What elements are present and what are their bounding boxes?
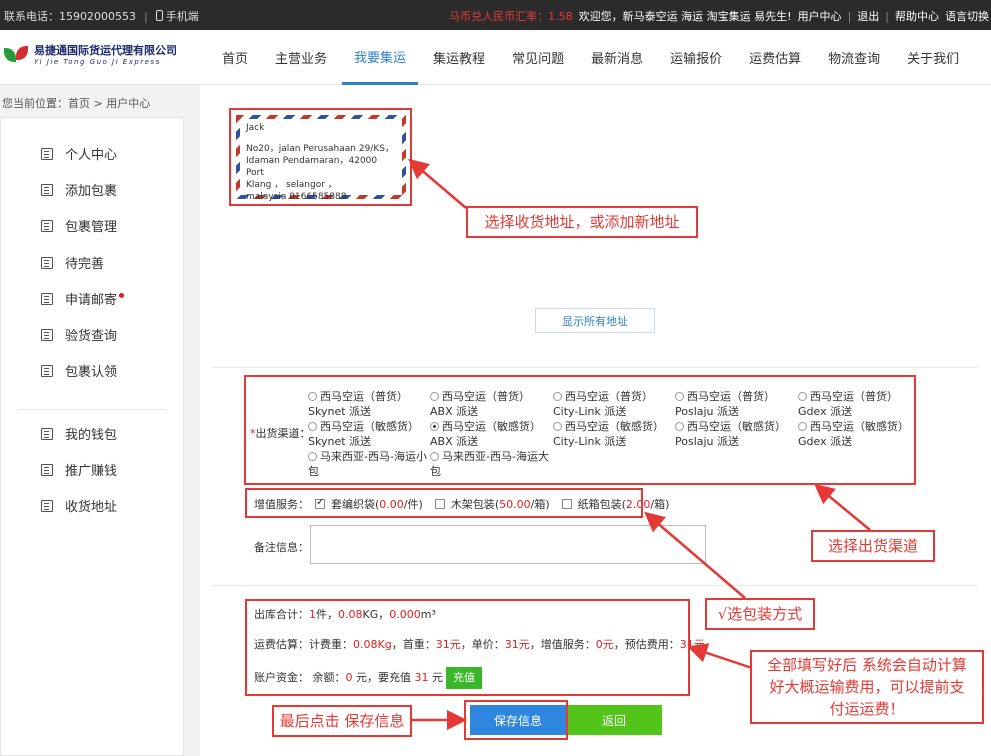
site-logo[interactable]: 易捷通国际货运代理有限公司 Yi Jie Tong Guo Ji Express xyxy=(4,42,177,66)
list-icon xyxy=(41,256,53,269)
annotation-box-address xyxy=(229,108,412,206)
callout-packaging: √选包装方式 xyxy=(705,598,815,630)
top-bar: 联系电话：15902000553 | 手机端 马币兑人民币汇率：1.58 欢迎您… xyxy=(0,0,991,30)
sidebar-item[interactable]: 包裹认领 xyxy=(41,361,117,380)
language-switch[interactable]: 语言切换 xyxy=(945,8,989,24)
list-icon xyxy=(41,463,53,476)
sidebar-item-label: 待完善 xyxy=(65,257,105,272)
sidebar-item[interactable]: 包裹管理 xyxy=(41,216,117,235)
sidebar-item-label: 我的钱包 xyxy=(65,428,118,443)
sidebar-item[interactable]: 收货地址 xyxy=(41,496,117,515)
list-icon xyxy=(41,219,53,232)
annotation-box-packaging xyxy=(245,488,643,518)
list-icon xyxy=(41,427,53,440)
help-center-link[interactable]: 帮助中心 xyxy=(895,8,939,24)
welcome-text: 欢迎您，新马泰空运 海运 淘宝集运 易先生! xyxy=(578,10,792,23)
annotation-box-save xyxy=(464,700,568,740)
contact-phone: 联系电话：15902000553 xyxy=(4,10,136,23)
nav-item-4[interactable]: 常见问题 xyxy=(500,30,576,85)
user-center-link[interactable]: 用户中心 xyxy=(798,8,842,24)
nav-item-0[interactable]: 首页 xyxy=(210,30,260,85)
list-icon xyxy=(41,499,53,512)
sidebar-item[interactable]: 推广赚钱 xyxy=(41,460,117,479)
list-icon xyxy=(41,328,53,341)
sidebar-divider xyxy=(17,409,167,410)
breadcrumb: 您当前位置：首页 > 用户中心 xyxy=(2,97,151,110)
sidebar-item[interactable]: 我的钱包 xyxy=(41,424,117,443)
sidebar-item[interactable]: 添加包裹 xyxy=(41,180,117,199)
nav-item-2[interactable]: 我要集运 xyxy=(342,30,419,85)
sidebar-item-label: 推广赚钱 xyxy=(65,464,118,479)
back-button[interactable]: 返回 xyxy=(566,705,662,735)
sidebar-item[interactable]: 申请邮寄 xyxy=(41,289,125,308)
phone-icon xyxy=(155,10,163,21)
annotation-box-summary xyxy=(245,599,690,696)
callout-channel: 选择出货渠道 xyxy=(811,530,935,562)
sidebar-item-label: 验货查询 xyxy=(65,329,118,344)
remark-label: 备注信息： xyxy=(254,541,309,554)
nav-item-7[interactable]: 运费估算 xyxy=(737,30,813,85)
nav-item-8[interactable]: 物流查询 xyxy=(816,30,892,85)
callout-auto-calc: 全部填写好后 系统会自动计算 好大概运输费用，可以提前支 付运运费！ xyxy=(750,650,984,724)
sidebar-item-label: 添加包裹 xyxy=(65,184,118,199)
callout-address: 选择收货地址，或添加新地址 xyxy=(466,206,698,238)
nav-item-5[interactable]: 最新消息 xyxy=(579,30,655,85)
main-nav: 首页 主营业务 我要集运 集运教程 常见问题 最新消息 运输报价 运费估算 物流查询 关于我们 xyxy=(210,30,974,85)
sidebar-item-label: 个人中心 xyxy=(65,148,118,163)
callout-save: 最后点击 保存信息 xyxy=(272,705,412,737)
section-divider xyxy=(212,585,978,586)
remark-textarea[interactable] xyxy=(310,525,706,564)
separator: | xyxy=(143,9,148,23)
site-header: 易捷通国际货运代理有限公司 Yi Jie Tong Guo Ji Express… xyxy=(0,30,991,85)
nav-item-6[interactable]: 运输报价 xyxy=(658,30,734,85)
show-all-addresses-button[interactable]: 显示所有地址 xyxy=(535,308,655,333)
sidebar-item[interactable]: 个人中心 xyxy=(41,144,117,163)
sidebar-item-label: 申请邮寄 xyxy=(65,289,125,308)
sidebar-item-label: 包裹管理 xyxy=(65,220,118,235)
sidebar-item[interactable]: 验货查询 xyxy=(41,325,117,344)
list-icon xyxy=(41,147,53,160)
sidebar-item-label: 包裹认领 xyxy=(65,365,118,380)
sidebar-item-label: 收货地址 xyxy=(65,500,118,515)
mobile-link[interactable]: 手机端 xyxy=(155,8,199,24)
nav-item-9[interactable]: 关于我们 xyxy=(895,30,971,85)
sidebar-item[interactable]: 待完善 xyxy=(41,253,104,272)
notification-dot xyxy=(119,293,125,298)
nav-item-3[interactable]: 集运教程 xyxy=(421,30,497,85)
sidebar: 个人中心添加包裹包裹管理待完善申请邮寄验货查询包裹认领我的钱包推广赚钱收货地址 xyxy=(0,117,184,756)
list-icon xyxy=(41,183,53,196)
section-divider xyxy=(212,367,978,368)
exchange-rate: 马币兑人民币汇率：1.58 xyxy=(449,10,573,23)
list-icon xyxy=(41,364,53,377)
annotation-box-channel xyxy=(244,375,916,485)
logo-icon xyxy=(4,42,30,66)
logout-link[interactable]: 退出 xyxy=(857,8,879,24)
nav-item-1[interactable]: 主营业务 xyxy=(263,30,339,85)
list-icon xyxy=(41,292,53,305)
